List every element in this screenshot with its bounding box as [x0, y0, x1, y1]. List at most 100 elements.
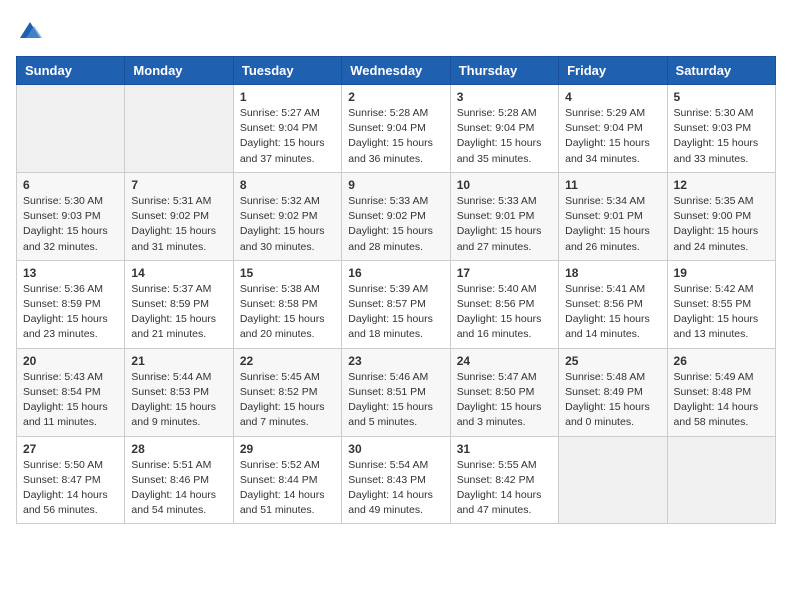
calendar-week-row: 1 Sunrise: 5:27 AMSunset: 9:04 PMDaylight…: [17, 85, 776, 173]
day-number: 22: [240, 354, 335, 368]
day-info: Sunrise: 5:46 AMSunset: 8:51 PMDaylight:…: [348, 370, 443, 431]
day-info: Sunrise: 5:30 AMSunset: 9:03 PMDaylight:…: [23, 194, 118, 255]
day-info: Sunrise: 5:29 AMSunset: 9:04 PMDaylight:…: [565, 106, 660, 167]
weekday-header-monday: Monday: [125, 57, 233, 85]
day-number: 9: [348, 178, 443, 192]
calendar-cell: 21 Sunrise: 5:44 AMSunset: 8:53 PMDayligh…: [125, 348, 233, 436]
day-number: 17: [457, 266, 552, 280]
calendar-cell: 6 Sunrise: 5:30 AMSunset: 9:03 PMDaylight…: [17, 172, 125, 260]
day-number: 27: [23, 442, 118, 456]
calendar-cell: 12 Sunrise: 5:35 AMSunset: 9:00 PMDayligh…: [667, 172, 775, 260]
day-info: Sunrise: 5:42 AMSunset: 8:55 PMDaylight:…: [674, 282, 769, 343]
calendar-cell: 9Sunrise: 5:33 AMSunset: 9:02 PMDaylight…: [342, 172, 450, 260]
calendar-header-row: SundayMondayTuesdayWednesdayThursdayFrid…: [17, 57, 776, 85]
calendar-cell: 15 Sunrise: 5:38 AMSunset: 8:58 PMDayligh…: [233, 260, 341, 348]
calendar-cell: 16 Sunrise: 5:39 AMSunset: 8:57 PMDayligh…: [342, 260, 450, 348]
calendar-cell: [667, 436, 775, 524]
calendar-week-row: 20Sunrise: 5:43 AMSunset: 8:54 PMDayligh…: [17, 348, 776, 436]
weekday-header-thursday: Thursday: [450, 57, 558, 85]
day-number: 21: [131, 354, 226, 368]
day-info: Sunrise: 5:52 AMSunset: 8:44 PMDaylight:…: [240, 458, 335, 519]
day-info: Sunrise: 5:48 AMSunset: 8:49 PMDaylight:…: [565, 370, 660, 431]
day-number: 5: [674, 90, 769, 104]
calendar-cell: 31 Sunrise: 5:55 AMSunset: 8:42 PMDayligh…: [450, 436, 558, 524]
day-number: 1: [240, 90, 335, 104]
day-info: Sunrise: 5:50 AMSunset: 8:47 PMDaylight:…: [23, 458, 118, 519]
weekday-header-friday: Friday: [559, 57, 667, 85]
day-info: Sunrise: 5:38 AMSunset: 8:58 PMDaylight:…: [240, 282, 335, 343]
day-number: 30: [348, 442, 443, 456]
day-info: Sunrise: 5:55 AMSunset: 8:42 PMDaylight:…: [457, 458, 552, 519]
weekday-header-tuesday: Tuesday: [233, 57, 341, 85]
calendar-cell: 13 Sunrise: 5:36 AMSunset: 8:59 PMDayligh…: [17, 260, 125, 348]
day-number: 10: [457, 178, 552, 192]
day-info: Sunrise: 5:44 AMSunset: 8:53 PMDaylight:…: [131, 370, 226, 431]
calendar-cell: 18Sunrise: 5:41 AMSunset: 8:56 PMDayligh…: [559, 260, 667, 348]
calendar-table: SundayMondayTuesdayWednesdayThursdayFrid…: [16, 56, 776, 524]
day-number: 7: [131, 178, 226, 192]
calendar-cell: 2Sunrise: 5:28 AMSunset: 9:04 PMDaylight…: [342, 85, 450, 173]
weekday-header-sunday: Sunday: [17, 57, 125, 85]
day-info: Sunrise: 5:47 AMSunset: 8:50 PMDaylight:…: [457, 370, 552, 431]
day-number: 23: [348, 354, 443, 368]
calendar-cell: 11Sunrise: 5:34 AMSunset: 9:01 PMDayligh…: [559, 172, 667, 260]
day-info: Sunrise: 5:35 AMSunset: 9:00 PMDaylight:…: [674, 194, 769, 255]
calendar-cell: 27 Sunrise: 5:50 AMSunset: 8:47 PMDayligh…: [17, 436, 125, 524]
day-number: 2: [348, 90, 443, 104]
day-number: 12: [674, 178, 769, 192]
calendar-cell: 1 Sunrise: 5:27 AMSunset: 9:04 PMDaylight…: [233, 85, 341, 173]
weekday-header-wednesday: Wednesday: [342, 57, 450, 85]
calendar-week-row: 27 Sunrise: 5:50 AMSunset: 8:47 PMDayligh…: [17, 436, 776, 524]
day-info: Sunrise: 5:36 AMSunset: 8:59 PMDaylight:…: [23, 282, 118, 343]
day-number: 25: [565, 354, 660, 368]
day-info: Sunrise: 5:33 AMSunset: 9:01 PMDaylight:…: [457, 194, 552, 255]
day-number: 31: [457, 442, 552, 456]
day-number: 28: [131, 442, 226, 456]
day-info: Sunrise: 5:39 AMSunset: 8:57 PMDaylight:…: [348, 282, 443, 343]
calendar-cell: 26Sunrise: 5:49 AMSunset: 8:48 PMDayligh…: [667, 348, 775, 436]
day-number: 14: [131, 266, 226, 280]
day-number: 18: [565, 266, 660, 280]
calendar-cell: 5Sunrise: 5:30 AMSunset: 9:03 PMDaylight…: [667, 85, 775, 173]
calendar-cell: [559, 436, 667, 524]
day-number: 19: [674, 266, 769, 280]
day-number: 15: [240, 266, 335, 280]
day-number: 24: [457, 354, 552, 368]
day-info: Sunrise: 5:51 AMSunset: 8:46 PMDaylight:…: [131, 458, 226, 519]
day-number: 4: [565, 90, 660, 104]
calendar-cell: 3Sunrise: 5:28 AMSunset: 9:04 PMDaylight…: [450, 85, 558, 173]
day-number: 6: [23, 178, 118, 192]
day-info: Sunrise: 5:27 AMSunset: 9:04 PMDaylight:…: [240, 106, 335, 167]
day-number: 16: [348, 266, 443, 280]
day-info: Sunrise: 5:45 AMSunset: 8:52 PMDaylight:…: [240, 370, 335, 431]
day-info: Sunrise: 5:34 AMSunset: 9:01 PMDaylight:…: [565, 194, 660, 255]
calendar-cell: [125, 85, 233, 173]
day-number: 3: [457, 90, 552, 104]
day-info: Sunrise: 5:31 AMSunset: 9:02 PMDaylight:…: [131, 194, 226, 255]
calendar-cell: 30 Sunrise: 5:54 AMSunset: 8:43 PMDayligh…: [342, 436, 450, 524]
calendar-cell: 24 Sunrise: 5:47 AMSunset: 8:50 PMDayligh…: [450, 348, 558, 436]
day-number: 29: [240, 442, 335, 456]
calendar-cell: 29 Sunrise: 5:52 AMSunset: 8:44 PMDayligh…: [233, 436, 341, 524]
calendar-cell: 28 Sunrise: 5:51 AMSunset: 8:46 PMDayligh…: [125, 436, 233, 524]
day-number: 20: [23, 354, 118, 368]
calendar-cell: 14 Sunrise: 5:37 AMSunset: 8:59 PMDayligh…: [125, 260, 233, 348]
weekday-header-saturday: Saturday: [667, 57, 775, 85]
calendar-cell: 25 Sunrise: 5:48 AMSunset: 8:49 PMDayligh…: [559, 348, 667, 436]
calendar-cell: 22 Sunrise: 5:45 AMSunset: 8:52 PMDayligh…: [233, 348, 341, 436]
day-number: 13: [23, 266, 118, 280]
day-info: Sunrise: 5:54 AMSunset: 8:43 PMDaylight:…: [348, 458, 443, 519]
calendar-cell: 10 Sunrise: 5:33 AMSunset: 9:01 PMDayligh…: [450, 172, 558, 260]
calendar-cell: 19 Sunrise: 5:42 AMSunset: 8:55 PMDayligh…: [667, 260, 775, 348]
calendar-cell: 17Sunrise: 5:40 AMSunset: 8:56 PMDayligh…: [450, 260, 558, 348]
day-info: Sunrise: 5:32 AMSunset: 9:02 PMDaylight:…: [240, 194, 335, 255]
day-number: 8: [240, 178, 335, 192]
calendar-week-row: 13 Sunrise: 5:36 AMSunset: 8:59 PMDayligh…: [17, 260, 776, 348]
day-info: Sunrise: 5:37 AMSunset: 8:59 PMDaylight:…: [131, 282, 226, 343]
calendar-week-row: 6 Sunrise: 5:30 AMSunset: 9:03 PMDaylight…: [17, 172, 776, 260]
calendar-cell: 7 Sunrise: 5:31 AMSunset: 9:02 PMDaylight…: [125, 172, 233, 260]
day-number: 26: [674, 354, 769, 368]
logo-icon: [16, 16, 44, 44]
calendar-cell: 4 Sunrise: 5:29 AMSunset: 9:04 PMDaylight…: [559, 85, 667, 173]
calendar-cell: 20Sunrise: 5:43 AMSunset: 8:54 PMDayligh…: [17, 348, 125, 436]
